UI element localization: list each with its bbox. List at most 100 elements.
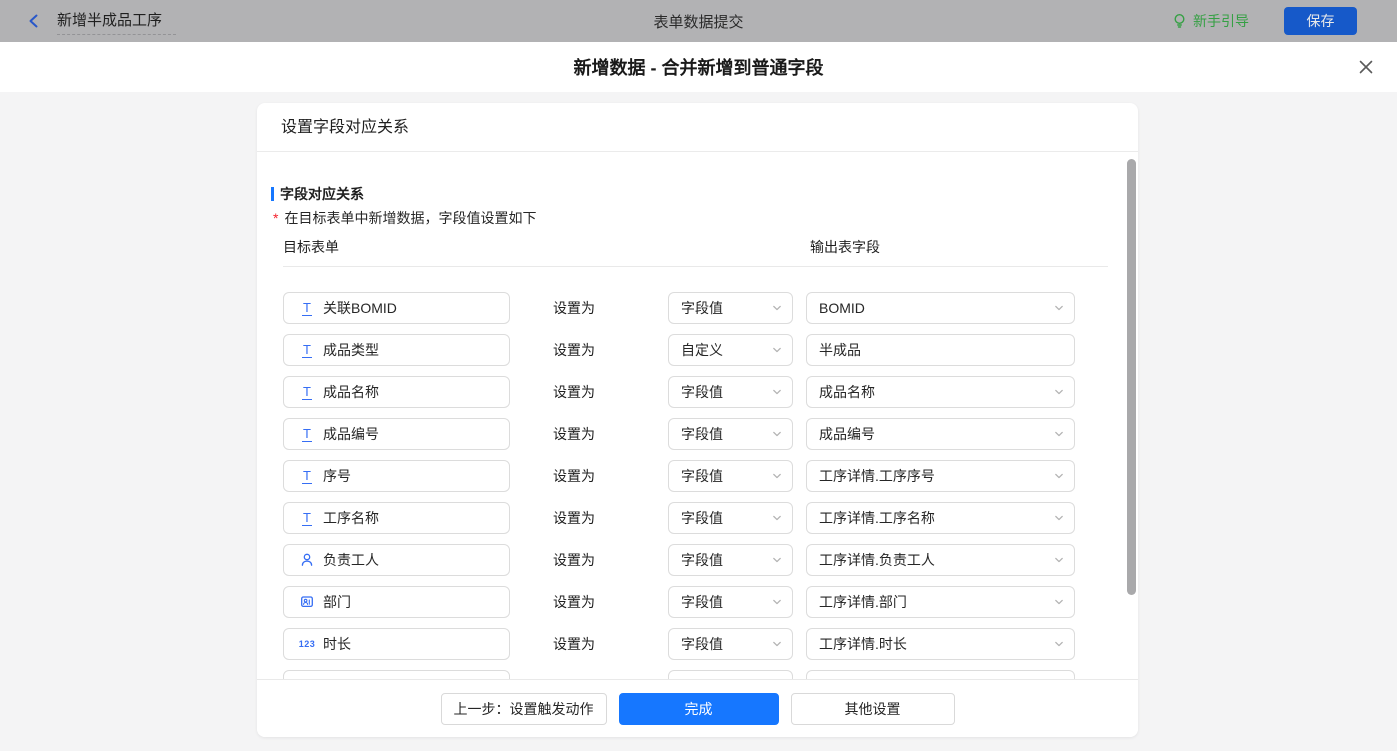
value-mode-select[interactable]: 字段值 [668,628,793,660]
chevron-down-icon [772,471,782,481]
target-field-input[interactable]: T 关联BOMID [283,292,510,324]
target-field-input[interactable]: T 序号 [283,460,510,492]
output-field-label: BOMID [819,300,865,316]
mapping-card: 设置字段对应关系 字段对应关系 * 在目标表单中新增数据，字段值设置如下 目标表单… [257,103,1138,737]
topbar: 表单数据提交 新增半成品工序 新手引导 保存 [0,0,1397,42]
required-asterisk: * [273,210,279,226]
target-field-label: 负责工人 [323,552,379,568]
department-field-icon [298,594,316,610]
dialog-body: 设置字段对应关系 字段对应关系 * 在目标表单中新增数据，字段值设置如下 目标表单… [0,92,1397,751]
chevron-down-icon [772,303,782,313]
set-as-label: 设置为 [553,552,595,568]
set-as-label: 设置为 [553,300,595,316]
set-as-label: 设置为 [553,594,595,610]
output-field-select[interactable]: 工序详情.负责工人 [806,544,1075,576]
mapping-row: T 成品类型 设置为 自定义 半成品 [283,334,1138,366]
chevron-down-icon [772,555,782,565]
scrollbar-thumb[interactable] [1127,159,1136,595]
done-button[interactable]: 完成 [618,692,779,725]
chevron-down-icon [1054,513,1064,523]
value-mode-label: 自定义 [681,342,723,358]
section-marker [271,187,274,201]
text-field-icon: T [302,467,312,484]
mapping-row: T 成品编号 设置为 字段值 成品编号 [283,418,1138,450]
chevron-down-icon [1054,429,1064,439]
other-settings-button[interactable]: 其他设置 [790,692,955,725]
target-field-input[interactable]: 部门 [283,586,510,618]
value-mode-select[interactable]: 字段值 [668,418,793,450]
value-mode-select[interactable]: 字段值 [668,502,793,534]
value-mode-label: 字段值 [681,510,723,526]
value-mode-select[interactable]: 字段值 [668,544,793,576]
target-field-label: 关联BOMID [323,300,397,316]
text-field-icon: T [302,383,312,400]
target-field-input[interactable]: T 成品名称 [283,376,510,408]
set-as-label: 设置为 [553,468,595,484]
output-field-select[interactable]: 成品名称 [806,376,1075,408]
target-field-label: 成品类型 [323,342,379,358]
chevron-down-icon [1054,639,1064,649]
target-field-label: 序号 [323,468,351,484]
target-field-input[interactable]: T 成品类型 [283,334,510,366]
section-title: 字段对应关系 [271,186,1138,202]
set-as-label: 设置为 [553,510,595,526]
mapping-row: T 序号 设置为 字段值 工序详情.工序序号 [283,460,1138,492]
prev-step-button[interactable]: 上一步：设置触发动作 [440,692,607,725]
beginner-guide-link[interactable]: 新手引导 [1172,11,1249,31]
value-mode-label: 字段值 [681,468,723,484]
value-mode-select[interactable]: 自定义 [668,334,793,366]
chevron-down-icon [772,639,782,649]
value-mode-select[interactable]: 字段值 [668,292,793,324]
target-field-label: 成品名称 [323,384,379,400]
set-as-label: 设置为 [553,426,595,442]
back-icon[interactable] [26,13,42,29]
chevron-down-icon [772,387,782,397]
target-field-input[interactable]: T 工序名称 [283,502,510,534]
chevron-down-icon [1054,555,1064,565]
output-field-label: 工序详情.工序序号 [819,468,935,484]
output-fields-header: 输出表字段 [810,239,880,255]
output-field-label: 工序详情.部门 [819,594,907,610]
target-field-input[interactable]: 负责工人 [283,544,510,576]
output-field-input[interactable]: 半成品 [806,334,1075,366]
text-field-icon: T [302,425,312,442]
scroll-area: 字段对应关系 * 在目标表单中新增数据，字段值设置如下 目标表单 输出表字段 T关… [257,152,1138,679]
dialog-header: 新增数据 - 合并新增到普通字段 [0,42,1397,92]
value-mode-label: 字段值 [681,300,723,316]
output-field-label: 成品编号 [819,426,875,442]
guide-label: 新手引导 [1193,13,1249,29]
output-field-select[interactable]: 工序详情.工序序号 [806,460,1075,492]
output-field-select[interactable]: 工序详情.部门 [806,586,1075,618]
output-field-label: 半成品 [819,342,861,358]
value-mode-label: 字段值 [681,552,723,568]
mapping-row: T 工序名称 设置为 字段值 工序详情.工序名称 [283,502,1138,534]
target-field-input[interactable] [283,670,510,679]
target-field-label: 成品编号 [323,426,379,442]
chevron-down-icon [772,597,782,607]
output-field-select[interactable]: BOMID [806,292,1075,324]
target-field-input[interactable]: T 成品编号 [283,418,510,450]
value-mode-select[interactable] [668,670,793,679]
target-field-input[interactable]: 123 时长 [283,628,510,660]
text-field-icon: T [302,509,312,526]
save-button[interactable]: 保存 [1284,7,1357,35]
chevron-down-icon [1054,597,1064,607]
chevron-down-icon [1054,471,1064,481]
output-field-select[interactable]: 成品编号 [806,418,1075,450]
close-icon[interactable] [1358,59,1374,75]
output-field-select[interactable]: 工序详情.时长 [806,628,1075,660]
flow-name[interactable]: 新增半成品工序 [57,8,177,35]
output-field-select[interactable] [806,670,1075,679]
target-field-label: 工序名称 [323,510,379,526]
header-divider [283,266,1108,267]
card-footer: 上一步：设置触发动作 完成 其他设置 [257,679,1138,737]
value-mode-select[interactable]: 字段值 [668,586,793,618]
output-field-label: 工序详情.工序名称 [819,510,935,526]
mapping-row: 123 时长 设置为 字段值 工序详情.时长 [283,628,1138,660]
output-field-select[interactable]: 工序详情.工序名称 [806,502,1075,534]
target-field-label: 时长 [323,636,351,652]
value-mode-select[interactable]: 字段值 [668,460,793,492]
number-field-icon: 123 [298,639,316,649]
value-mode-select[interactable]: 字段值 [668,376,793,408]
value-mode-label: 字段值 [681,636,723,652]
